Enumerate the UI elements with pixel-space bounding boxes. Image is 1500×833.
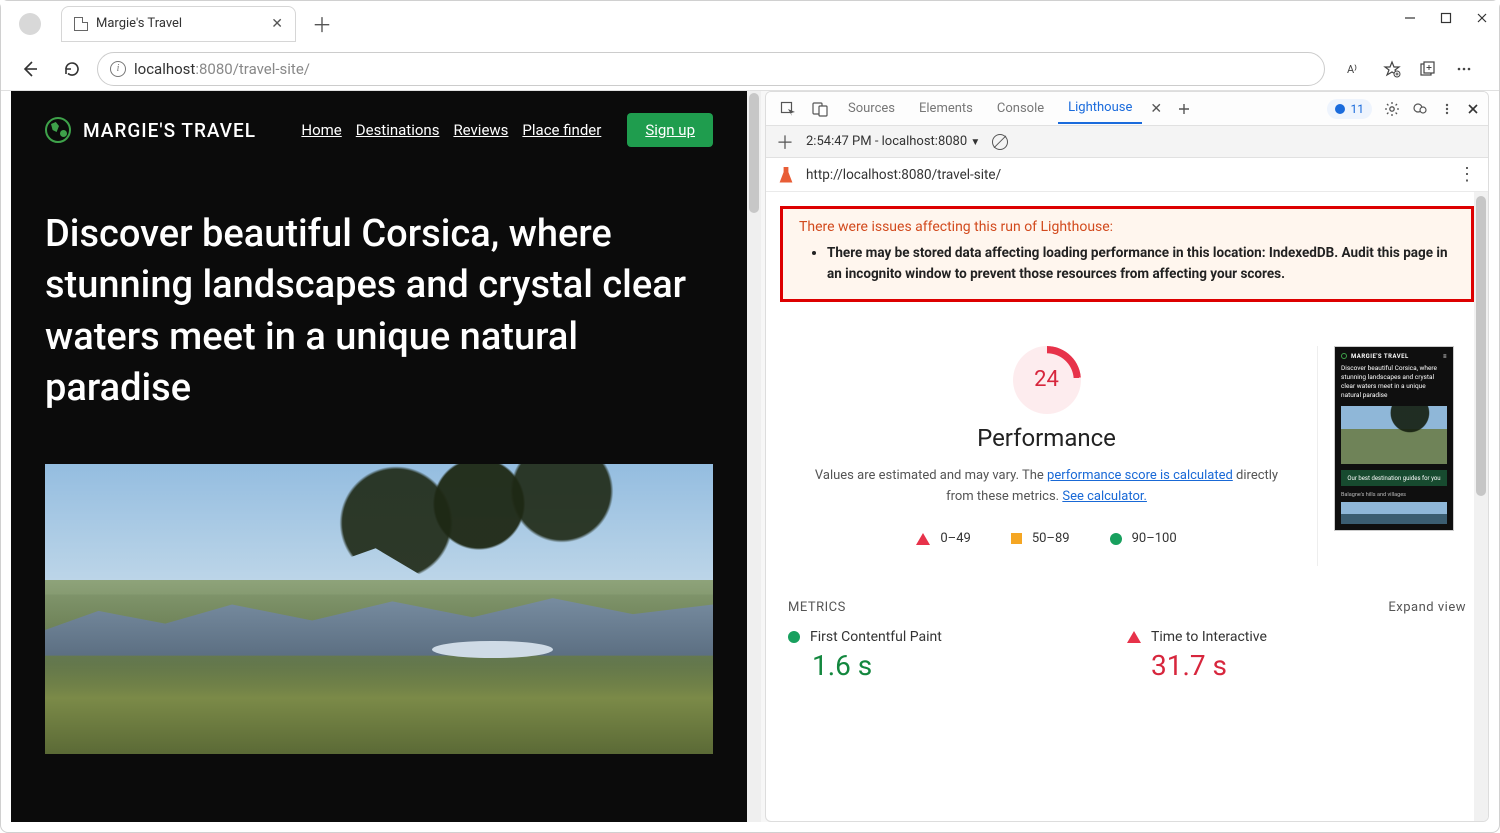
tab-sources[interactable]: Sources	[838, 94, 905, 123]
site-info-icon[interactable]: i	[110, 61, 126, 77]
page-viewport[interactable]: MARGIE'S TRAVEL Home Destinations Review…	[11, 91, 747, 822]
circle-green-icon	[788, 631, 800, 643]
tab-lighthouse[interactable]: Lighthouse	[1058, 93, 1142, 124]
browser-chrome: Margie's Travel ✕ ＋ i localhost:8080/tra…	[1, 1, 1499, 91]
triangle-red-icon	[1127, 631, 1141, 643]
performance-score-column: 24 Performance Values are estimated and …	[776, 346, 1318, 567]
device-toggle-icon[interactable]	[806, 95, 834, 123]
triangle-red-icon	[916, 533, 930, 545]
warning-item: There may be stored data affecting loadi…	[827, 243, 1455, 285]
nav-placefinder[interactable]: Place finder	[522, 121, 601, 139]
expand-view-toggle[interactable]: Expand view	[1388, 600, 1466, 615]
score-title: Performance	[776, 424, 1317, 452]
close-window-button[interactable]	[1475, 11, 1489, 25]
mini-strip-image	[1341, 502, 1447, 524]
inspect-element-icon[interactable]	[774, 95, 802, 123]
lighthouse-warning-box: There were issues affecting this run of …	[780, 206, 1474, 302]
tab-close-icon[interactable]: ✕	[271, 16, 283, 32]
metric-tti: Time to Interactive 31.7 s	[1127, 629, 1466, 682]
signup-button[interactable]: Sign up	[627, 113, 713, 147]
new-report-button[interactable]: ＋	[776, 129, 794, 155]
metrics-row: First Contentful Paint 1.6 s Time to Int…	[766, 623, 1488, 702]
favorites-icon[interactable]	[1383, 60, 1401, 78]
page-scrollbar[interactable]	[747, 91, 761, 822]
site-brand: MARGIE'S TRAVEL	[83, 119, 256, 142]
report-summary: 24 Performance Values are estimated and …	[766, 316, 1488, 567]
warning-title: There were issues affecting this run of …	[799, 219, 1455, 235]
feedback-icon[interactable]	[1412, 101, 1428, 117]
score-description: Values are estimated and may vary. The p…	[800, 466, 1293, 508]
toolbar: i localhost:8080/travel-site/ A⁾	[1, 46, 1499, 91]
more-menu-icon[interactable]	[1455, 60, 1473, 78]
page-pane: MARGIE'S TRAVEL Home Destinations Review…	[11, 91, 761, 822]
browser-tab[interactable]: Margie's Travel ✕	[61, 6, 296, 42]
content-split: MARGIE'S TRAVEL Home Destinations Review…	[11, 91, 1489, 822]
site-header: MARGIE'S TRAVEL Home Destinations Review…	[11, 91, 747, 169]
square-orange-icon	[1011, 533, 1022, 544]
svg-text:A⁾: A⁾	[1347, 63, 1357, 76]
window-controls	[1403, 11, 1489, 25]
lighthouse-toolbar: ＋ 2:54:47 PM - localhost:8080 ▼	[766, 126, 1488, 158]
collections-icon[interactable]	[1419, 60, 1437, 78]
devtools-tabstrip: Sources Elements Console Lighthouse ✕ 11	[766, 92, 1488, 126]
circle-green-icon	[1110, 533, 1122, 545]
metric-fcp-value: 1.6 s	[788, 649, 1127, 682]
mini-hero-image	[1341, 406, 1447, 464]
hero-heading: Discover beautiful Corsica, where stunni…	[11, 169, 747, 444]
profile-avatar[interactable]	[19, 13, 41, 35]
score-legend: 0–49 50–89 90–100	[776, 531, 1317, 546]
audited-url: http://localhost:8080/travel-site/	[806, 167, 1001, 183]
tab-console[interactable]: Console	[987, 94, 1054, 123]
metrics-label: METRICS	[788, 600, 846, 615]
settings-gear-icon[interactable]	[1384, 101, 1400, 117]
score-calc-link[interactable]: performance score is calculated	[1047, 468, 1233, 483]
issues-dot-icon	[1335, 104, 1345, 114]
report-session-dropdown[interactable]: 2:54:47 PM - localhost:8080 ▼	[806, 134, 980, 149]
clear-reports-icon[interactable]	[992, 134, 1008, 150]
lighthouse-logo-icon	[778, 167, 794, 183]
minimize-button[interactable]	[1403, 11, 1417, 25]
metrics-header: METRICS Expand view	[766, 566, 1488, 623]
see-calculator-link[interactable]: See calculator.	[1062, 489, 1147, 504]
score-value: 24	[1013, 346, 1081, 414]
url-text: localhost:8080/travel-site/	[134, 60, 310, 78]
new-tab-button[interactable]: ＋	[304, 5, 340, 42]
issues-pill[interactable]: 11	[1327, 99, 1373, 119]
metric-tti-value: 31.7 s	[1127, 649, 1466, 682]
maximize-button[interactable]	[1439, 11, 1453, 25]
chevron-down-icon: ▼	[970, 137, 980, 148]
site-nav: Home Destinations Reviews Place finder	[301, 121, 601, 139]
nav-reviews[interactable]: Reviews	[453, 121, 508, 139]
lighthouse-report-body[interactable]: There were issues affecting this run of …	[766, 192, 1488, 821]
globe-icon	[45, 117, 71, 143]
hero-image	[45, 464, 713, 754]
devtools-close-icon[interactable]	[1466, 102, 1480, 116]
refresh-button[interactable]	[55, 52, 89, 86]
back-button[interactable]	[13, 52, 47, 86]
nav-destinations[interactable]: Destinations	[356, 121, 440, 139]
issues-count: 11	[1351, 102, 1365, 116]
toolbar-right-icons: A⁾	[1333, 60, 1487, 78]
page-icon	[74, 17, 88, 31]
devtools-scrollbar[interactable]	[1474, 192, 1488, 821]
tab-title: Margie's Travel	[96, 16, 182, 31]
address-bar[interactable]: i localhost:8080/travel-site/	[97, 52, 1325, 86]
lighthouse-url-bar: http://localhost:8080/travel-site/ ⋮	[766, 158, 1488, 192]
devtools-more-icon[interactable]	[1440, 102, 1454, 116]
metric-fcp: First Contentful Paint 1.6 s	[788, 629, 1127, 682]
tab-lighthouse-close-icon[interactable]: ✕	[1146, 101, 1166, 117]
page-thumbnail[interactable]: MARGIE'S TRAVEL≡ Discover beautiful Cors…	[1334, 346, 1454, 531]
mini-globe-icon	[1341, 353, 1347, 359]
hamburger-icon: ≡	[1443, 353, 1447, 360]
tab-elements[interactable]: Elements	[909, 94, 983, 123]
nav-home[interactable]: Home	[301, 121, 341, 139]
screenshot-thumbnail-column: MARGIE'S TRAVEL≡ Discover beautiful Cors…	[1318, 346, 1478, 567]
more-tabs-button[interactable]	[1170, 95, 1198, 123]
report-more-icon[interactable]: ⋮	[1458, 164, 1476, 185]
read-aloud-icon[interactable]: A⁾	[1347, 60, 1365, 78]
tab-strip: Margie's Travel ✕ ＋	[1, 1, 1499, 46]
devtools-pane: Sources Elements Console Lighthouse ✕ 11…	[765, 91, 1489, 822]
score-gauge: 24	[1013, 346, 1081, 414]
